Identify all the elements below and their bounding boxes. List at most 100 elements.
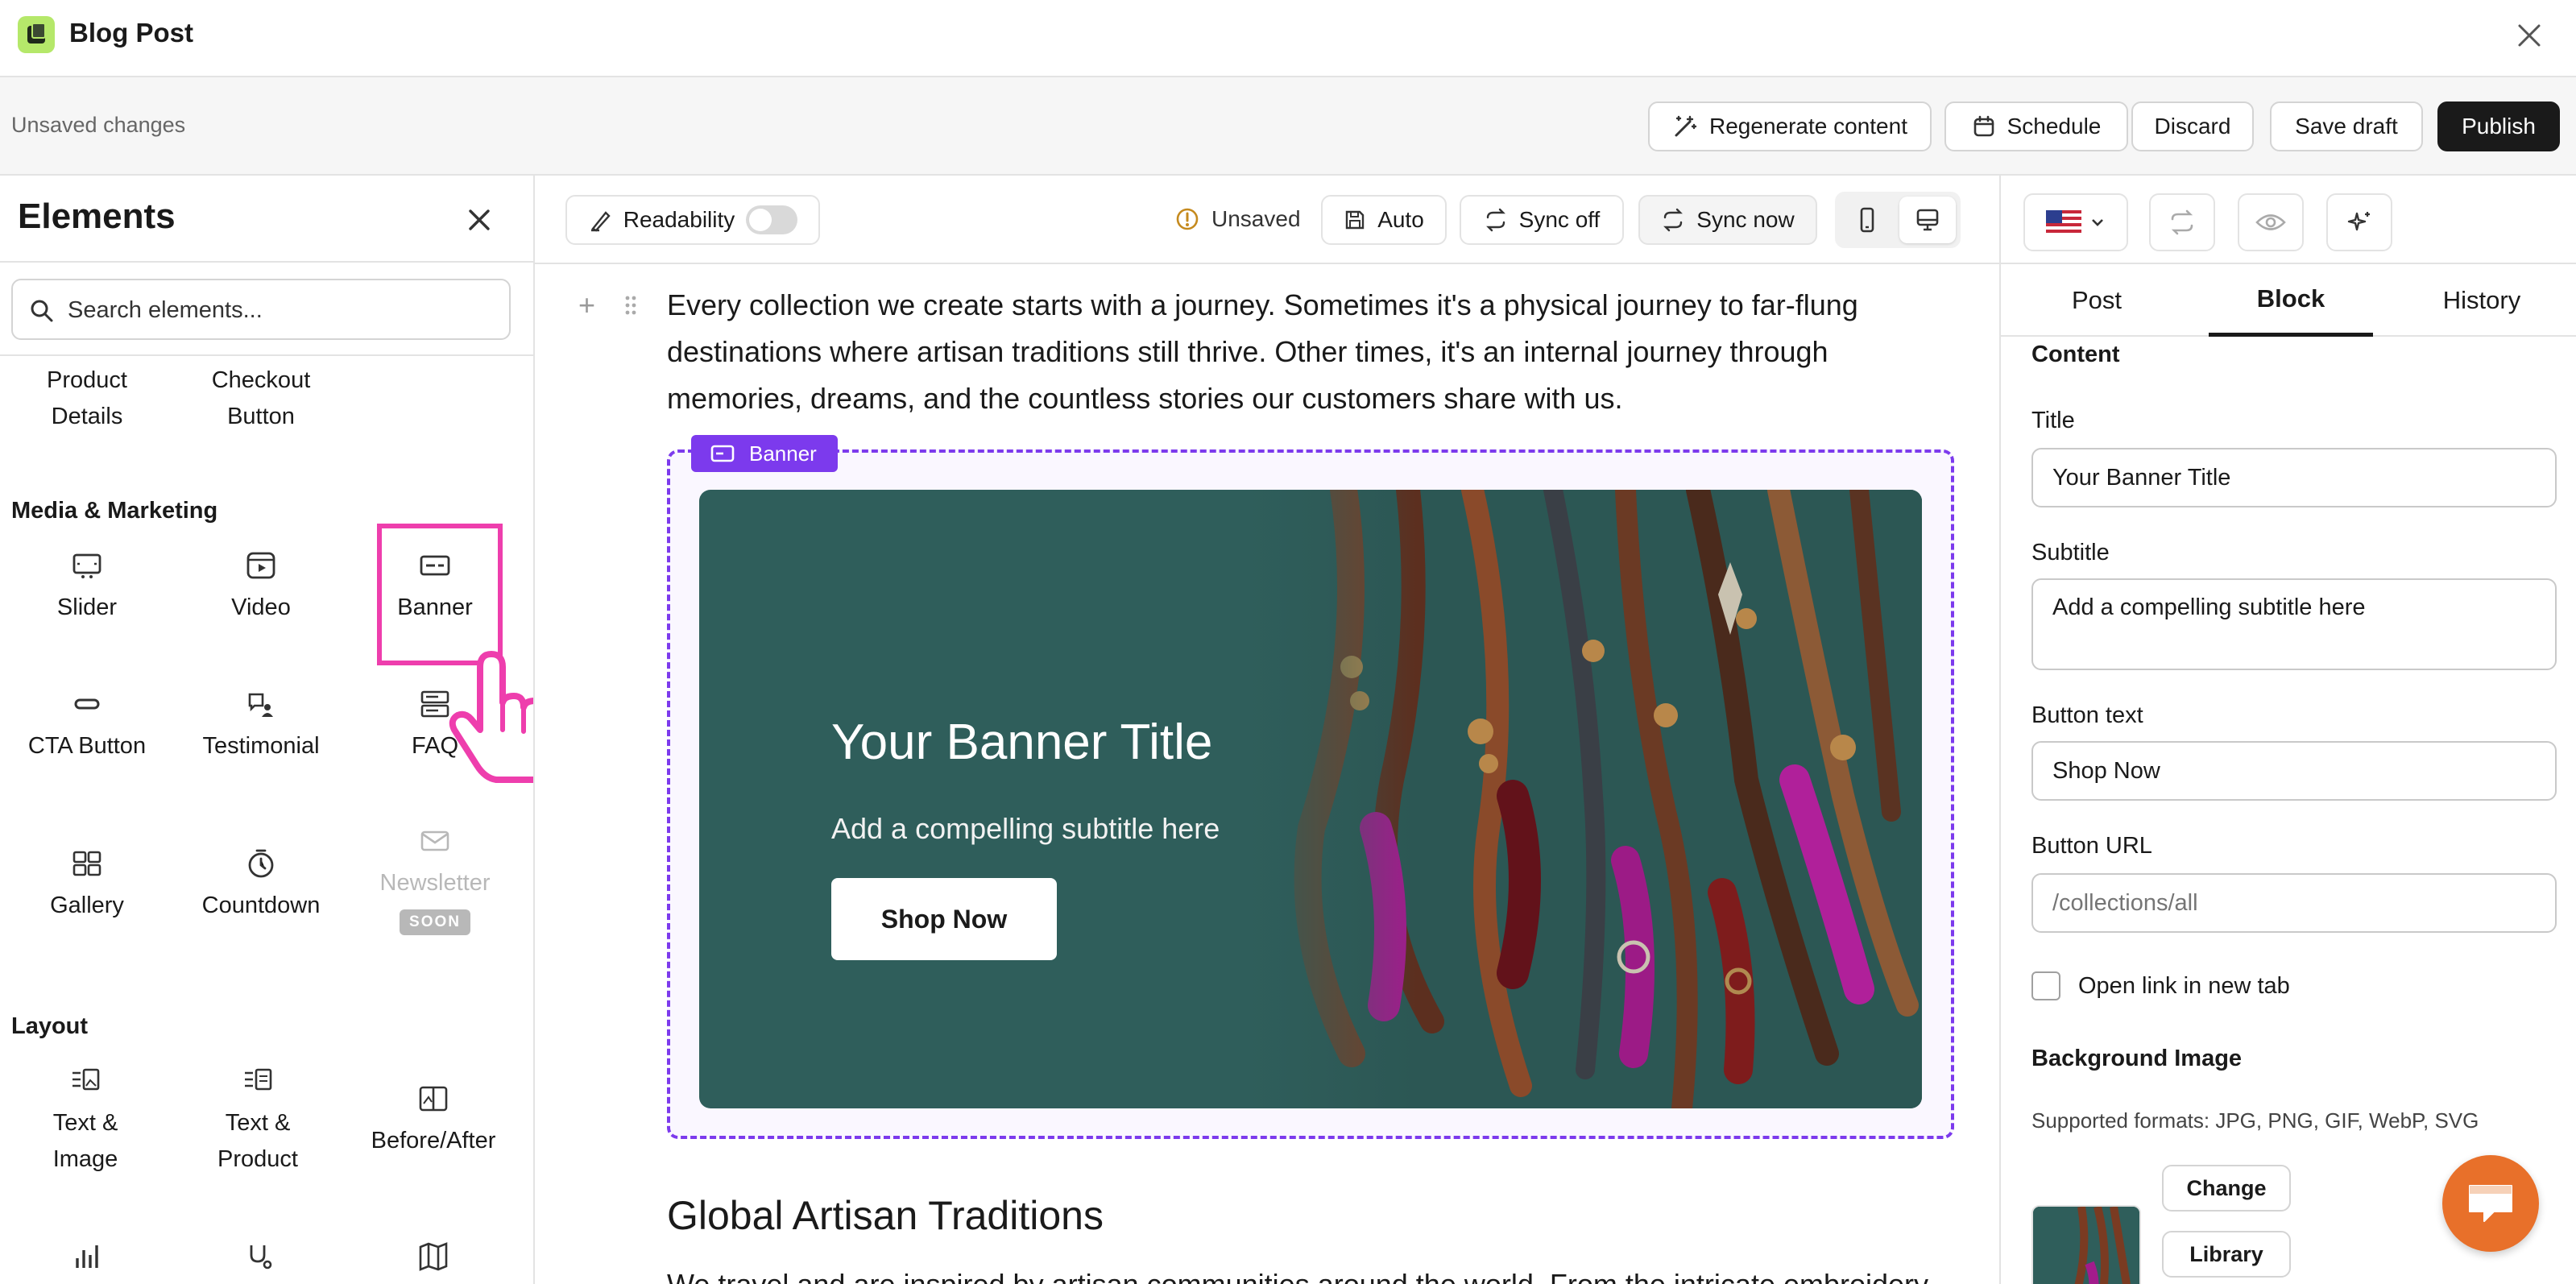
magic-wand-icon	[1675, 115, 1697, 137]
eye-icon	[2255, 214, 2286, 230]
pointer-hand-icon	[448, 649, 533, 785]
element-testimonial[interactable]: Testimonial	[174, 688, 348, 764]
chevron-down-icon	[2092, 219, 2103, 226]
title-field[interactable]	[2031, 448, 2557, 507]
desktop-device-icon[interactable]	[1899, 197, 1956, 243]
element-video[interactable]: Video	[174, 549, 348, 626]
before-after-icon	[417, 1083, 449, 1115]
sync-now-label: Sync now	[1696, 207, 1795, 232]
us-flag-icon	[2046, 210, 2081, 234]
banner-subtitle[interactable]: Add a compelling subtitle here	[831, 812, 1220, 846]
element-label: Text & Product	[217, 1110, 298, 1172]
banner-title[interactable]: Your Banner Title	[831, 714, 1212, 771]
alert-circle-icon	[1176, 208, 1199, 230]
swap-icon	[2171, 209, 2193, 235]
button-text-field[interactable]	[2031, 741, 2557, 801]
search-input[interactable]	[68, 296, 495, 324]
close-window-icon[interactable]	[2512, 18, 2547, 53]
change-image-button[interactable]: Change	[2162, 1165, 2291, 1212]
settings-panel: Post Block History Content Title Subtitl…	[1999, 176, 2576, 1284]
element-newsletter: Newsletter SOON	[348, 825, 522, 938]
bar-chart-icon[interactable]	[71, 1241, 103, 1273]
regenerate-content-button[interactable]: Regenerate content	[1648, 101, 1932, 151]
subtitle-field[interactable]: Add a compelling subtitle here	[2031, 578, 2557, 670]
element-label: Countdown	[201, 893, 321, 918]
app-logo-icon	[18, 16, 55, 53]
add-block-icon[interactable]: +	[578, 288, 595, 322]
element-gallery[interactable]: Gallery	[0, 847, 174, 924]
auto-save-button[interactable]: Auto	[1321, 195, 1447, 245]
timer-icon	[245, 847, 277, 880]
sync-now-button[interactable]: Sync now	[1638, 195, 1817, 245]
section-label-media: Media & Marketing	[11, 498, 218, 524]
unsaved-indicator: Unsaved	[1174, 206, 1301, 232]
preview-button[interactable]	[2238, 193, 2304, 251]
tab-post[interactable]: Post	[2001, 264, 2193, 337]
elements-panel: Elements Product Details Checkout Button…	[0, 176, 535, 1284]
element-cta-button[interactable]: CTA Button	[0, 688, 174, 764]
open-new-tab-checkbox[interactable]	[2031, 971, 2060, 1000]
save-draft-button[interactable]: Save draft	[2270, 101, 2423, 151]
element-label: Slider	[56, 594, 118, 620]
element-label: Checkout Button	[211, 367, 311, 429]
schedule-label: Schedule	[2007, 114, 2102, 139]
readability-switch[interactable]	[746, 205, 798, 234]
discard-label: Discard	[2154, 114, 2231, 139]
tab-block[interactable]: Block	[2209, 264, 2373, 337]
element-label: Before/After	[371, 1128, 496, 1154]
banner-background-image	[1247, 490, 1922, 1108]
drag-handle-icon[interactable]	[623, 295, 638, 316]
settings-tabs: Post Block History	[2001, 264, 2576, 337]
close-panel-icon[interactable]	[462, 203, 496, 237]
brush-icon	[590, 211, 611, 232]
element-text-image[interactable]: Text & Image	[0, 1065, 172, 1178]
button-text-field-label: Button text	[2031, 702, 2143, 728]
schedule-button[interactable]: Schedule	[1944, 101, 2128, 151]
swap-button[interactable]	[2149, 193, 2215, 251]
map-icon[interactable]	[417, 1241, 449, 1273]
tools-icon[interactable]	[243, 1241, 275, 1273]
readability-label: Readability	[623, 207, 735, 232]
section-label-layout: Layout	[11, 1013, 89, 1039]
calendar-icon	[1973, 115, 1994, 137]
language-selector[interactable]	[2023, 193, 2128, 251]
video-icon	[245, 549, 277, 582]
readability-toggle[interactable]: Readability	[565, 195, 820, 245]
paragraph-block-next[interactable]: We travel and are inspired by artisan co…	[667, 1268, 1948, 1284]
refresh-icon	[1663, 208, 1684, 232]
button-url-field[interactable]	[2031, 873, 2557, 933]
discard-button[interactable]: Discard	[2131, 101, 2254, 151]
settings-toolbar	[2001, 176, 2576, 264]
chat-icon	[2469, 1185, 2512, 1222]
mobile-device-icon[interactable]	[1840, 197, 1895, 243]
section-heading[interactable]: Global Artisan Traditions	[667, 1192, 1104, 1239]
sync-off-button[interactable]: Sync off	[1460, 195, 1624, 245]
element-label: Newsletter	[379, 870, 491, 896]
open-new-tab-label: Open link in new tab	[2078, 973, 2290, 999]
ai-sparkle-button[interactable]	[2326, 193, 2392, 251]
search-box[interactable]	[11, 279, 511, 340]
sync-icon	[1485, 208, 1505, 232]
soon-badge: SOON	[400, 909, 470, 935]
cta-button-icon	[71, 688, 103, 720]
background-image-thumbnail[interactable]	[2031, 1205, 2141, 1284]
banner-shop-now-button[interactable]: Shop Now	[831, 878, 1057, 960]
library-button[interactable]: Library	[2162, 1231, 2291, 1278]
elements-panel-title: Elements	[18, 197, 176, 236]
publish-button[interactable]: Publish	[2437, 101, 2560, 151]
element-slider[interactable]: Slider	[0, 549, 174, 626]
banner[interactable]: Your Banner Title Add a compelling subti…	[699, 490, 1922, 1108]
tab-history[interactable]: History	[2386, 264, 2576, 337]
mail-icon	[419, 825, 451, 857]
element-label: Text & Image	[52, 1110, 118, 1172]
element-countdown[interactable]: Countdown	[174, 847, 348, 924]
element-checkout-button[interactable]: Checkout Button	[174, 362, 348, 435]
element-before-after[interactable]: Before/After	[346, 1083, 520, 1159]
text-image-icon	[69, 1065, 101, 1097]
chat-support-button[interactable]	[2442, 1155, 2539, 1252]
banner-block-tag: Banner	[691, 435, 838, 472]
paragraph-block[interactable]: Every collection we create starts with a…	[667, 282, 1948, 422]
element-text-product[interactable]: Text & Product	[171, 1065, 345, 1178]
element-product-details[interactable]: Product Details	[0, 362, 174, 435]
banner-icon	[710, 445, 735, 462]
